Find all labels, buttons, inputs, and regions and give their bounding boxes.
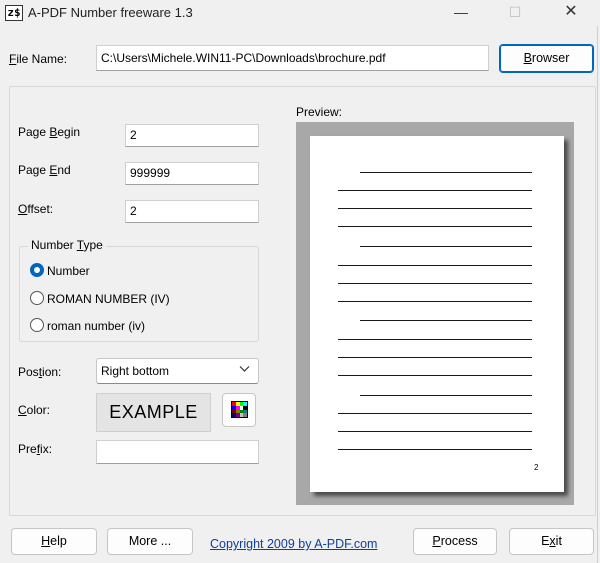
text-line (338, 413, 532, 414)
page-end-label: Page End (18, 163, 71, 177)
text-line (360, 246, 532, 247)
preview-page-number: 2 (534, 463, 539, 472)
browse-button[interactable]: Browser (499, 44, 594, 73)
color-example: EXAMPLE (96, 393, 211, 432)
browse-hotkey: B (523, 51, 532, 65)
position-label: Postion: (18, 365, 61, 379)
copyright-link[interactable]: Copyright 2009 by A-PDF.com (210, 537, 377, 551)
color-hotkey: C (18, 403, 27, 417)
page-end-input[interactable]: 999999 (125, 162, 259, 185)
page-end-label-b: nd (57, 163, 71, 177)
file-name-label-rest: ile Name: (16, 52, 68, 66)
prefix-input[interactable] (96, 440, 259, 464)
preview-page: 2 (310, 136, 564, 492)
number-type-title: Number Type (28, 238, 106, 252)
palette-swatch (243, 413, 247, 417)
exit-button[interactable]: Exit (509, 528, 594, 555)
offset-hotkey: O (18, 202, 28, 216)
position-select-value: Right bottom (101, 364, 170, 378)
radio-number[interactable] (30, 263, 44, 277)
radio-roman-upper[interactable] (30, 291, 44, 305)
page-begin-label: Page Begin (18, 125, 80, 139)
minimize-icon[interactable]: — (438, 0, 484, 26)
text-line (360, 172, 532, 173)
app-icon: z$ (5, 5, 23, 21)
text-line (360, 395, 532, 396)
app-window: z$ A-PDF Number freeware 1.3 — ☐ ✕ File … (0, 0, 598, 563)
help-label-rest: elp (50, 534, 67, 548)
text-line (338, 208, 532, 209)
process-label-rest: rocess (440, 534, 478, 548)
close-icon[interactable]: ✕ (548, 0, 594, 26)
prefix-label-b: ix: (40, 442, 53, 456)
radio-roman-lower-label[interactable]: roman number (iv) (47, 319, 145, 333)
offset-label: Offset: (18, 202, 53, 216)
help-button[interactable]: Help (11, 528, 97, 555)
preview-label: Preview: (296, 105, 343, 119)
maximize-icon[interactable]: ☐ (492, 0, 538, 26)
text-line (338, 357, 532, 358)
text-line (338, 449, 532, 450)
color-label-rest: olor: (26, 403, 51, 417)
radio-number-label[interactable]: Number (47, 264, 90, 278)
text-line (338, 375, 532, 376)
position-label-b: ion: (42, 365, 62, 379)
text-line (338, 265, 532, 266)
radio-roman-lower[interactable] (30, 318, 44, 332)
palette-icon (231, 401, 248, 418)
more-button[interactable]: More ... (107, 528, 193, 555)
file-name-label: File Name: (9, 52, 67, 66)
file-name-input[interactable]: C:\Users\Michele.WIN11-PC\Downloads\broc… (96, 45, 489, 71)
chevron-down-icon (239, 366, 250, 372)
color-picker-button[interactable] (222, 393, 256, 427)
position-label-a: Pos (18, 365, 39, 379)
exit-label-b: it (555, 534, 562, 548)
prefix-label: Prefix: (18, 442, 52, 456)
text-line (338, 431, 532, 432)
position-select[interactable]: Right bottom (96, 358, 259, 384)
browse-label-rest: rowser (531, 51, 570, 65)
process-hotkey: P (432, 534, 441, 548)
text-line (338, 283, 532, 284)
text-line (338, 190, 532, 191)
text-line (338, 339, 532, 340)
offset-label-rest: ffset: (27, 202, 54, 216)
text-line (338, 226, 532, 227)
process-button[interactable]: Process (413, 528, 497, 555)
page-end-label-a: Page (18, 163, 50, 177)
help-hotkey: H (41, 534, 51, 548)
prefix-label-a: Pre (18, 442, 37, 456)
window-title: A-PDF Number freeware 1.3 (28, 5, 193, 20)
page-begin-label-b: egin (57, 125, 81, 139)
text-line (360, 320, 532, 321)
radio-roman-upper-label[interactable]: ROMAN NUMBER (IV) (47, 292, 170, 306)
number-type-title-a: Number (31, 238, 77, 252)
page-begin-input[interactable]: 2 (125, 124, 259, 147)
offset-input[interactable]: 2 (125, 200, 259, 223)
preview-area: 2 (296, 122, 574, 505)
color-label: Color: (18, 403, 50, 417)
title-bar: z$ A-PDF Number freeware 1.3 — ☐ ✕ (0, 0, 598, 26)
number-type-title-b: ype (83, 238, 103, 252)
text-line (338, 301, 532, 302)
page-begin-label-a: Page (18, 125, 50, 139)
